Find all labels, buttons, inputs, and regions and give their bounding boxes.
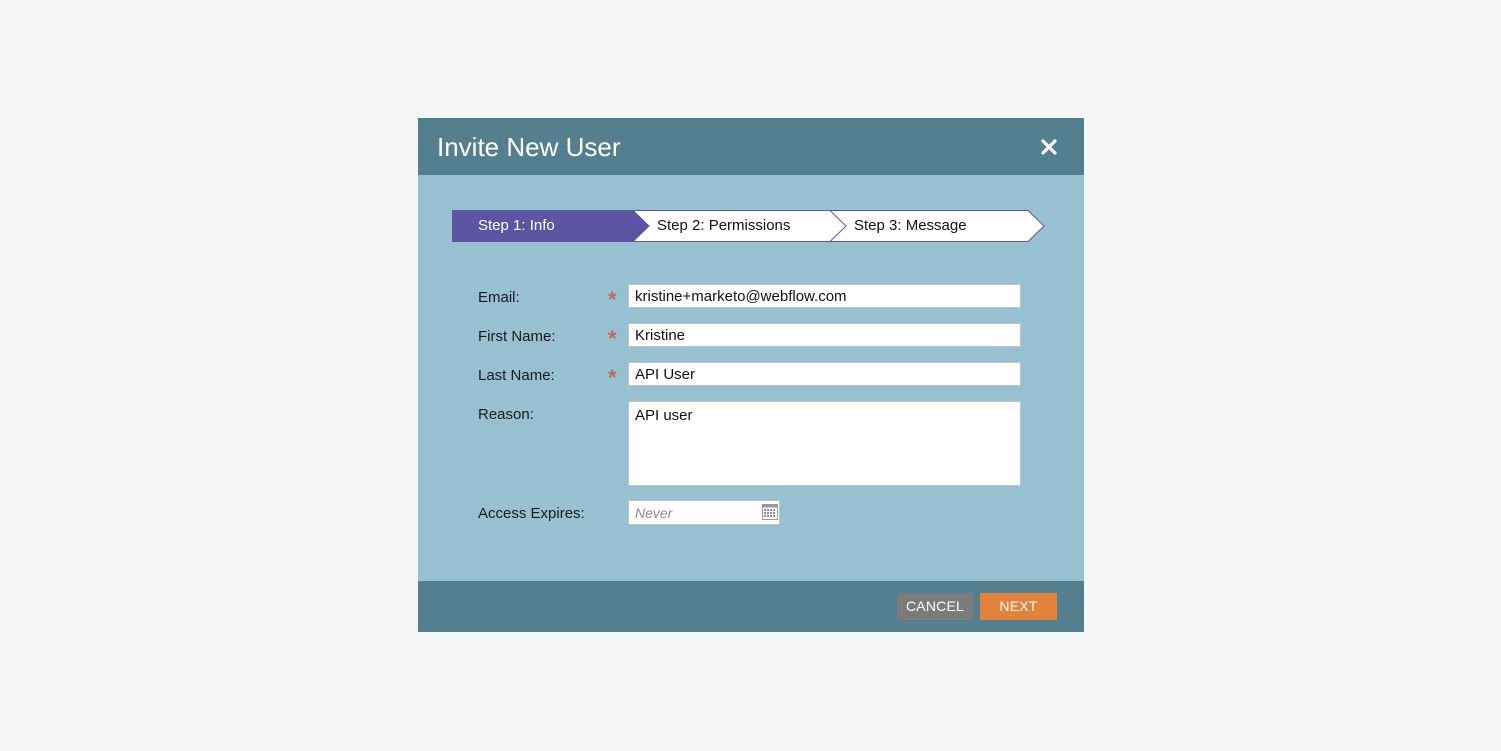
access-expires-picker xyxy=(628,500,780,525)
step-3-message[interactable]: Step 3: Message xyxy=(854,210,967,242)
last-name-label: Last Name: xyxy=(478,367,555,384)
dialog-header: Invite New User xyxy=(418,118,1084,175)
invite-user-dialog: Invite New User Step 1: Info Step 2: Per… xyxy=(418,118,1084,632)
first-name-required-marker: * xyxy=(608,326,617,351)
next-button[interactable]: NEXT xyxy=(980,593,1057,620)
email-field[interactable] xyxy=(628,284,1021,308)
dialog-footer: CANCEL NEXT xyxy=(418,581,1084,632)
step-1-info[interactable]: Step 1: Info xyxy=(478,210,555,242)
email-required-marker: * xyxy=(608,287,617,312)
last-name-required-marker: * xyxy=(608,365,617,390)
dialog-title: Invite New User xyxy=(437,132,621,162)
email-label: Email: xyxy=(478,289,520,306)
last-name-field[interactable] xyxy=(628,362,1021,386)
calendar-icon[interactable] xyxy=(762,504,778,520)
reason-label: Reason: xyxy=(478,406,534,423)
first-name-field[interactable] xyxy=(628,323,1021,347)
step-progress: Step 1: Info Step 2: Permissions Step 3:… xyxy=(452,210,1046,242)
first-name-label: First Name: xyxy=(478,328,556,345)
reason-field[interactable]: API user xyxy=(628,401,1021,486)
cancel-button[interactable]: CANCEL xyxy=(897,593,973,620)
step-2-permissions[interactable]: Step 2: Permissions xyxy=(657,210,790,242)
access-expires-label: Access Expires: xyxy=(478,505,585,522)
access-expires-field[interactable] xyxy=(629,501,767,524)
close-icon[interactable] xyxy=(1040,138,1058,156)
